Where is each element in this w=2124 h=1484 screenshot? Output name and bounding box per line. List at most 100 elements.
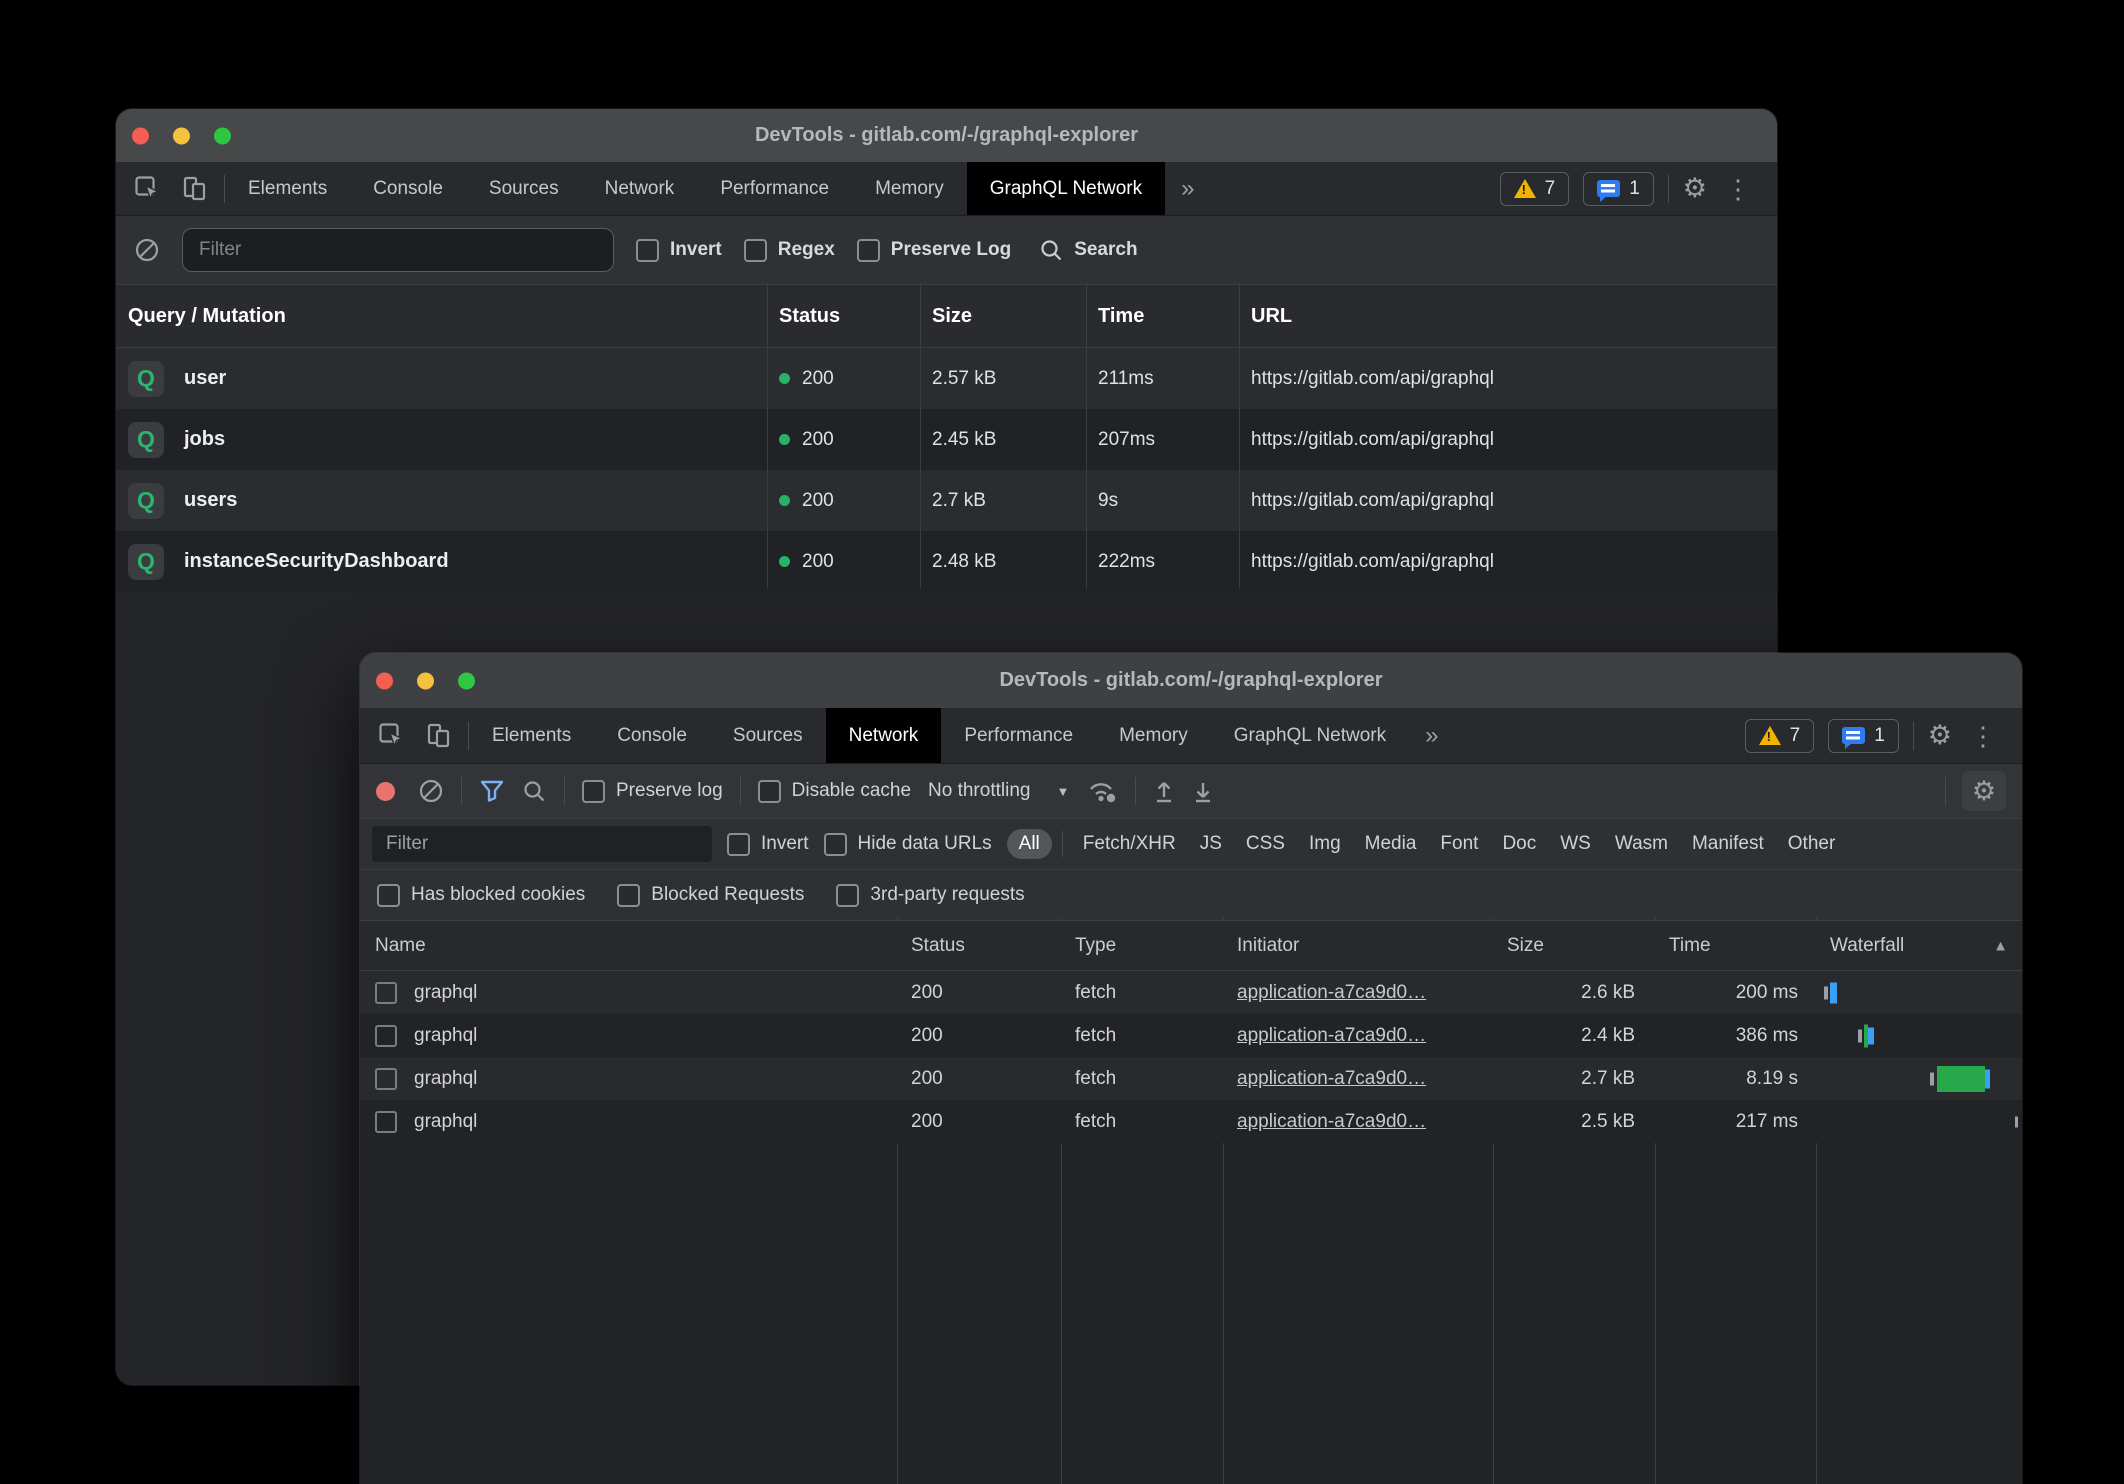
warnings-badge[interactable]: 7 <box>1500 172 1570 206</box>
warnings-badge[interactable]: 7 <box>1745 719 1815 753</box>
issues-badge[interactable]: 1 <box>1583 172 1654 206</box>
row-checkbox[interactable] <box>375 1025 397 1047</box>
row-checkbox[interactable] <box>375 982 397 1004</box>
filter-funnel-icon[interactable] <box>479 779 505 803</box>
table-row[interactable]: graphql 200 fetch application-a7ca9d0… 2… <box>360 971 2022 1014</box>
search-group[interactable]: Search <box>1039 238 1137 263</box>
close-button[interactable] <box>376 672 393 689</box>
inspect-element-icon[interactable] <box>378 722 405 749</box>
tab-graphql-network[interactable]: GraphQL Network <box>967 162 1165 215</box>
kebab-menu-icon[interactable]: ⋮ <box>1966 723 2000 749</box>
initiator-link[interactable]: application-a7ca9d0… <box>1237 1068 1426 1089</box>
table-row[interactable]: graphql 200 fetch application-a7ca9d0… 2… <box>360 1057 2022 1100</box>
tab-memory[interactable]: Memory <box>1096 708 1211 763</box>
issues-badge[interactable]: 1 <box>1828 719 1899 753</box>
table-row[interactable]: Quser 200 2.57 kB 211ms https://gitlab.c… <box>116 348 1777 409</box>
tab-performance[interactable]: Performance <box>941 708 1096 763</box>
column-header-status[interactable]: Status <box>897 935 1061 957</box>
tab-network[interactable]: Network <box>582 162 698 215</box>
column-header-type[interactable]: Type <box>1061 935 1223 957</box>
type-filter-other[interactable]: Other <box>1778 829 1846 859</box>
network-conditions-icon[interactable] <box>1086 778 1118 804</box>
tab-elements[interactable]: Elements <box>225 162 350 215</box>
filter-input[interactable] <box>372 826 712 862</box>
zoom-button[interactable] <box>458 672 475 689</box>
clear-icon[interactable] <box>418 778 444 804</box>
zoom-button[interactable] <box>214 127 231 144</box>
settings-gear-icon[interactable]: ⚙ <box>1928 722 1952 749</box>
import-har-icon[interactable] <box>1153 778 1175 804</box>
tab-elements[interactable]: Elements <box>469 708 594 763</box>
invert-checkbox[interactable] <box>636 239 659 262</box>
tab-sources[interactable]: Sources <box>710 708 826 763</box>
clear-icon[interactable] <box>134 237 160 263</box>
initiator-link[interactable]: application-a7ca9d0… <box>1237 982 1426 1003</box>
table-row[interactable]: graphql 200 fetch application-a7ca9d0… 2… <box>360 1100 2022 1143</box>
inspect-element-icon[interactable] <box>134 175 161 202</box>
tab-graphql-network[interactable]: GraphQL Network <box>1211 708 1409 763</box>
close-button[interactable] <box>132 127 149 144</box>
type-filter-ws[interactable]: WS <box>1550 829 1601 859</box>
column-header-query-mutation[interactable]: Query / Mutation <box>116 305 767 328</box>
type-filter-manifest[interactable]: Manifest <box>1682 829 1774 859</box>
titlebar[interactable]: DevTools - gitlab.com/-/graphql-explorer <box>116 109 1777 162</box>
type-filter-wasm[interactable]: Wasm <box>1605 829 1678 859</box>
record-button[interactable] <box>376 782 395 801</box>
table-row[interactable]: graphql 200 fetch application-a7ca9d0… 2… <box>360 1014 2022 1057</box>
regex-checkbox[interactable] <box>744 239 767 262</box>
tab-sources[interactable]: Sources <box>466 162 582 215</box>
column-header-size[interactable]: Size <box>920 305 1086 328</box>
throttling-select[interactable]: No throttling ▼ <box>928 780 1069 802</box>
column-header-waterfall[interactable]: Waterfall ▲ <box>1816 921 2022 970</box>
initiator-link[interactable]: application-a7ca9d0… <box>1237 1111 1426 1132</box>
export-har-icon[interactable] <box>1192 778 1214 804</box>
preserve-log-checkbox[interactable] <box>582 780 605 803</box>
hide-data-urls-checkbox[interactable] <box>824 833 847 856</box>
table-row[interactable]: Qjobs 200 2.45 kB 207ms https://gitlab.c… <box>116 409 1777 470</box>
network-settings-gear-icon[interactable]: ⚙ <box>1962 771 2006 811</box>
more-tabs-icon[interactable]: » <box>1409 708 1454 763</box>
filter-input[interactable] <box>182 228 614 272</box>
column-header-status[interactable]: Status <box>767 305 920 328</box>
type-filter-media[interactable]: Media <box>1355 829 1427 859</box>
type-filter-js[interactable]: JS <box>1190 829 1232 859</box>
tab-memory[interactable]: Memory <box>852 162 967 215</box>
kebab-menu-icon[interactable]: ⋮ <box>1721 176 1755 202</box>
table-row[interactable]: Qusers 200 2.7 kB 9s https://gitlab.com/… <box>116 470 1777 531</box>
type-filter-doc[interactable]: Doc <box>1492 829 1546 859</box>
titlebar[interactable]: DevTools - gitlab.com/-/graphql-explorer <box>360 653 2022 708</box>
preserve-log-checkbox[interactable] <box>857 239 880 262</box>
third-party-requests-checkbox[interactable] <box>836 884 859 907</box>
tab-console[interactable]: Console <box>350 162 466 215</box>
column-header-time[interactable]: Time <box>1655 935 1816 957</box>
device-toolbar-icon[interactable] <box>425 722 452 749</box>
minimize-button[interactable] <box>173 127 190 144</box>
tab-performance[interactable]: Performance <box>697 162 852 215</box>
table-row[interactable]: QinstanceSecurityDashboard 200 2.48 kB 2… <box>116 531 1777 592</box>
blocked-requests-checkbox[interactable] <box>617 884 640 907</box>
disable-cache-checkbox[interactable] <box>758 780 781 803</box>
column-header-initiator[interactable]: Initiator <box>1223 935 1493 957</box>
column-header-name[interactable]: Name <box>360 935 897 957</box>
minimize-button[interactable] <box>417 672 434 689</box>
column-header-url[interactable]: URL <box>1239 305 1777 328</box>
tab-console[interactable]: Console <box>594 708 710 763</box>
column-header-time[interactable]: Time <box>1086 305 1239 328</box>
row-checkbox[interactable] <box>375 1068 397 1090</box>
more-tabs-icon[interactable]: » <box>1165 162 1210 215</box>
query-name: users <box>184 489 237 512</box>
type-filter-css[interactable]: CSS <box>1236 829 1295 859</box>
search-icon[interactable] <box>522 779 547 804</box>
type-filter-img[interactable]: Img <box>1299 829 1351 859</box>
type-filter-fetch-xhr[interactable]: Fetch/XHR <box>1073 829 1186 859</box>
device-toolbar-icon[interactable] <box>181 175 208 202</box>
column-header-size[interactable]: Size <box>1493 935 1655 957</box>
tab-network[interactable]: Network <box>826 708 942 763</box>
initiator-link[interactable]: application-a7ca9d0… <box>1237 1025 1426 1046</box>
row-checkbox[interactable] <box>375 1111 397 1133</box>
has-blocked-cookies-checkbox[interactable] <box>377 884 400 907</box>
settings-gear-icon[interactable]: ⚙ <box>1683 175 1707 202</box>
type-filter-all[interactable]: All <box>1007 829 1052 859</box>
invert-checkbox[interactable] <box>727 833 750 856</box>
type-filter-font[interactable]: Font <box>1430 829 1488 859</box>
